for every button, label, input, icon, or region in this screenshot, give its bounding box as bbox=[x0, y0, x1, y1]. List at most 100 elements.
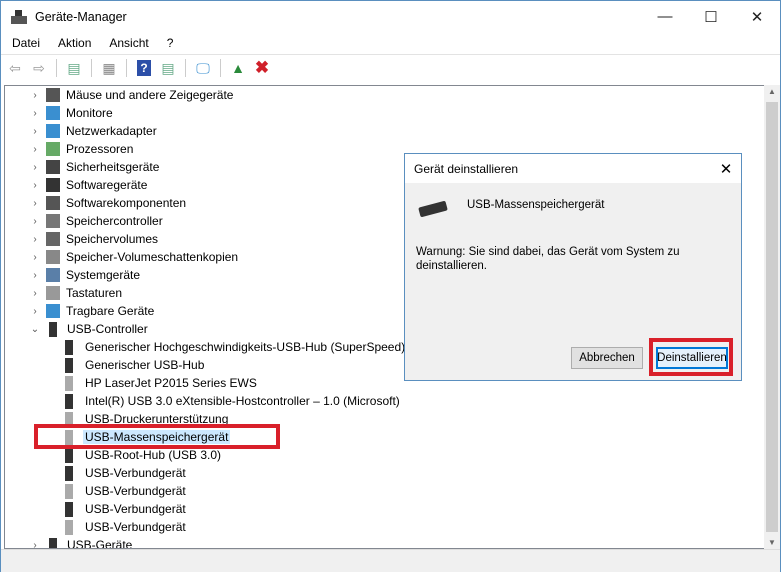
chevron-right-icon[interactable]: › bbox=[30, 306, 40, 317]
update-driver-icon[interactable]: ▲ bbox=[228, 58, 248, 78]
category-label: Softwaregeräte bbox=[66, 178, 148, 192]
usb-device-icon bbox=[65, 393, 73, 409]
chevron-down-icon[interactable]: ⌄ bbox=[30, 324, 40, 335]
tree-category[interactable]: › Speichervolumes bbox=[5, 230, 405, 248]
window-title: Geräte-Manager bbox=[35, 9, 127, 24]
monitor-icon bbox=[46, 106, 60, 120]
help-icon[interactable]: ? bbox=[134, 58, 154, 78]
chevron-right-icon[interactable]: › bbox=[30, 540, 40, 549]
menu-ansicht[interactable]: Ansicht bbox=[98, 36, 155, 50]
vertical-scrollbar[interactable]: ▲ ▼ bbox=[764, 85, 780, 549]
cancel-button[interactable]: Abbrechen bbox=[571, 347, 643, 369]
category-label: Prozessoren bbox=[66, 142, 134, 156]
device-item[interactable]: USB-Verbundgerät bbox=[62, 464, 188, 482]
usb-icon bbox=[49, 537, 57, 548]
minimize-button[interactable]: — bbox=[642, 1, 688, 32]
close-button[interactable]: ✕ bbox=[734, 1, 780, 32]
category-label: Systemgeräte bbox=[66, 268, 141, 282]
menu-datei[interactable]: Datei bbox=[1, 36, 47, 50]
chevron-right-icon[interactable]: › bbox=[30, 126, 40, 137]
separator bbox=[220, 59, 221, 77]
tree-category[interactable]: › Prozessoren bbox=[5, 140, 405, 158]
chevron-right-icon[interactable]: › bbox=[30, 288, 40, 299]
dialog-close-button[interactable]: ✕ bbox=[711, 154, 741, 183]
menu-bar: Datei Aktion Ansicht ? bbox=[1, 33, 180, 53]
dialog-title: Gerät deinstallieren bbox=[414, 161, 519, 176]
device-label: USB-Root-Hub (USB 3.0) bbox=[85, 448, 222, 462]
category-label: Sicherheitsgeräte bbox=[66, 160, 160, 174]
scrollbar-thumb[interactable] bbox=[766, 102, 778, 532]
network-icon bbox=[46, 124, 60, 138]
usb-device-icon bbox=[65, 357, 73, 373]
security-icon bbox=[46, 160, 60, 174]
chevron-right-icon[interactable]: › bbox=[30, 144, 40, 155]
tree-category[interactable]: › Tragbare Geräte bbox=[5, 302, 405, 320]
tree-category[interactable]: › Sicherheitsgeräte bbox=[5, 158, 405, 176]
category-label: Speichervolumes bbox=[66, 232, 159, 246]
device-item[interactable]: USB-Verbundgerät bbox=[62, 482, 188, 500]
device-label: USB-Verbundgerät bbox=[85, 484, 186, 498]
tree-category-usb-controller[interactable]: ⌄ USB-Controller bbox=[5, 320, 148, 338]
tree-category[interactable]: › Netzwerkadapter bbox=[5, 122, 405, 140]
chevron-right-icon[interactable]: › bbox=[30, 198, 40, 209]
dialog-device-name: USB-Massenspeichergerät bbox=[467, 199, 605, 211]
chevron-right-icon[interactable]: › bbox=[30, 234, 40, 245]
device-label: USB-Verbundgerät bbox=[85, 520, 186, 534]
highlight-box-selected-device bbox=[34, 424, 280, 449]
scroll-down-icon[interactable]: ▼ bbox=[768, 538, 776, 547]
category-label: Mäuse und andere Zeigegeräte bbox=[66, 88, 234, 102]
device-item[interactable]: USB-Verbundgerät bbox=[62, 500, 188, 518]
tree-category[interactable]: › Tastaturen bbox=[5, 284, 405, 302]
device-manager-icon bbox=[11, 9, 27, 24]
menu-aktion[interactable]: Aktion bbox=[47, 36, 98, 50]
shadow-copy-icon bbox=[46, 250, 60, 264]
tree-category[interactable]: › Softwaregeräte bbox=[5, 176, 405, 194]
chevron-right-icon[interactable]: › bbox=[30, 90, 40, 101]
tree-category[interactable]: › Speicher-Volumeschattenkopien bbox=[5, 248, 405, 266]
highlight-box-uninstall-button bbox=[649, 338, 733, 376]
system-icon bbox=[46, 268, 60, 282]
usb-device-icon bbox=[65, 375, 73, 391]
software-device-icon bbox=[46, 178, 60, 192]
usb-plug-icon bbox=[418, 200, 448, 218]
menu-help[interactable]: ? bbox=[156, 36, 181, 50]
chevron-right-icon[interactable]: › bbox=[30, 252, 40, 263]
device-label: Generischer Hochgeschwindigkeits-USB-Hub… bbox=[85, 340, 406, 354]
chevron-right-icon[interactable]: › bbox=[30, 108, 40, 119]
device-item[interactable]: Generischer USB-Hub bbox=[62, 356, 206, 374]
category-label: USB-Controller bbox=[67, 322, 148, 336]
storage-controller-icon bbox=[46, 214, 60, 228]
uninstall-icon[interactable]: ✖ bbox=[252, 58, 272, 78]
device-item[interactable]: Intel(R) USB 3.0 eXtensible-Hostcontroll… bbox=[62, 392, 402, 410]
tree-category[interactable]: › Softwarekomponenten bbox=[5, 194, 405, 212]
properties-icon[interactable]: ▦ bbox=[99, 58, 119, 78]
tree-category-usb-devices[interactable]: › USB-Geräte bbox=[5, 536, 132, 549]
maximize-button[interactable]: ☐ bbox=[688, 1, 734, 32]
forward-icon[interactable]: ⇨ bbox=[29, 58, 49, 78]
usb-device-icon bbox=[65, 339, 73, 355]
show-hide-console-tree-icon[interactable]: ▤ bbox=[64, 58, 84, 78]
portable-device-icon bbox=[46, 304, 60, 318]
chevron-right-icon[interactable]: › bbox=[30, 270, 40, 281]
category-label: Tastaturen bbox=[66, 286, 123, 300]
device-label: Generischer USB-Hub bbox=[85, 358, 205, 372]
tree-category[interactable]: › Systemgeräte bbox=[5, 266, 405, 284]
chevron-right-icon[interactable]: › bbox=[30, 216, 40, 227]
chevron-right-icon[interactable]: › bbox=[30, 180, 40, 191]
tree-category[interactable]: › Monitore bbox=[5, 104, 405, 122]
device-label: HP LaserJet P2015 Series EWS bbox=[85, 376, 257, 390]
chevron-right-icon[interactable]: › bbox=[30, 162, 40, 173]
tree-category[interactable]: › Mäuse und andere Zeigegeräte bbox=[5, 86, 405, 104]
action-pane-icon[interactable]: ▤ bbox=[158, 58, 178, 78]
separator bbox=[126, 59, 127, 77]
scroll-up-icon[interactable]: ▲ bbox=[768, 87, 776, 96]
scan-hardware-icon[interactable]: 🖵 bbox=[193, 58, 213, 78]
status-bar bbox=[1, 549, 780, 572]
category-label: Netzwerkadapter bbox=[66, 124, 157, 138]
back-icon[interactable]: ⇦ bbox=[5, 58, 25, 78]
device-item[interactable]: USB-Verbundgerät bbox=[62, 518, 188, 536]
usb-device-icon bbox=[65, 501, 73, 517]
device-item[interactable]: Generischer Hochgeschwindigkeits-USB-Hub… bbox=[62, 338, 407, 356]
device-item[interactable]: HP LaserJet P2015 Series EWS bbox=[62, 374, 259, 392]
tree-category[interactable]: › Speichercontroller bbox=[5, 212, 405, 230]
